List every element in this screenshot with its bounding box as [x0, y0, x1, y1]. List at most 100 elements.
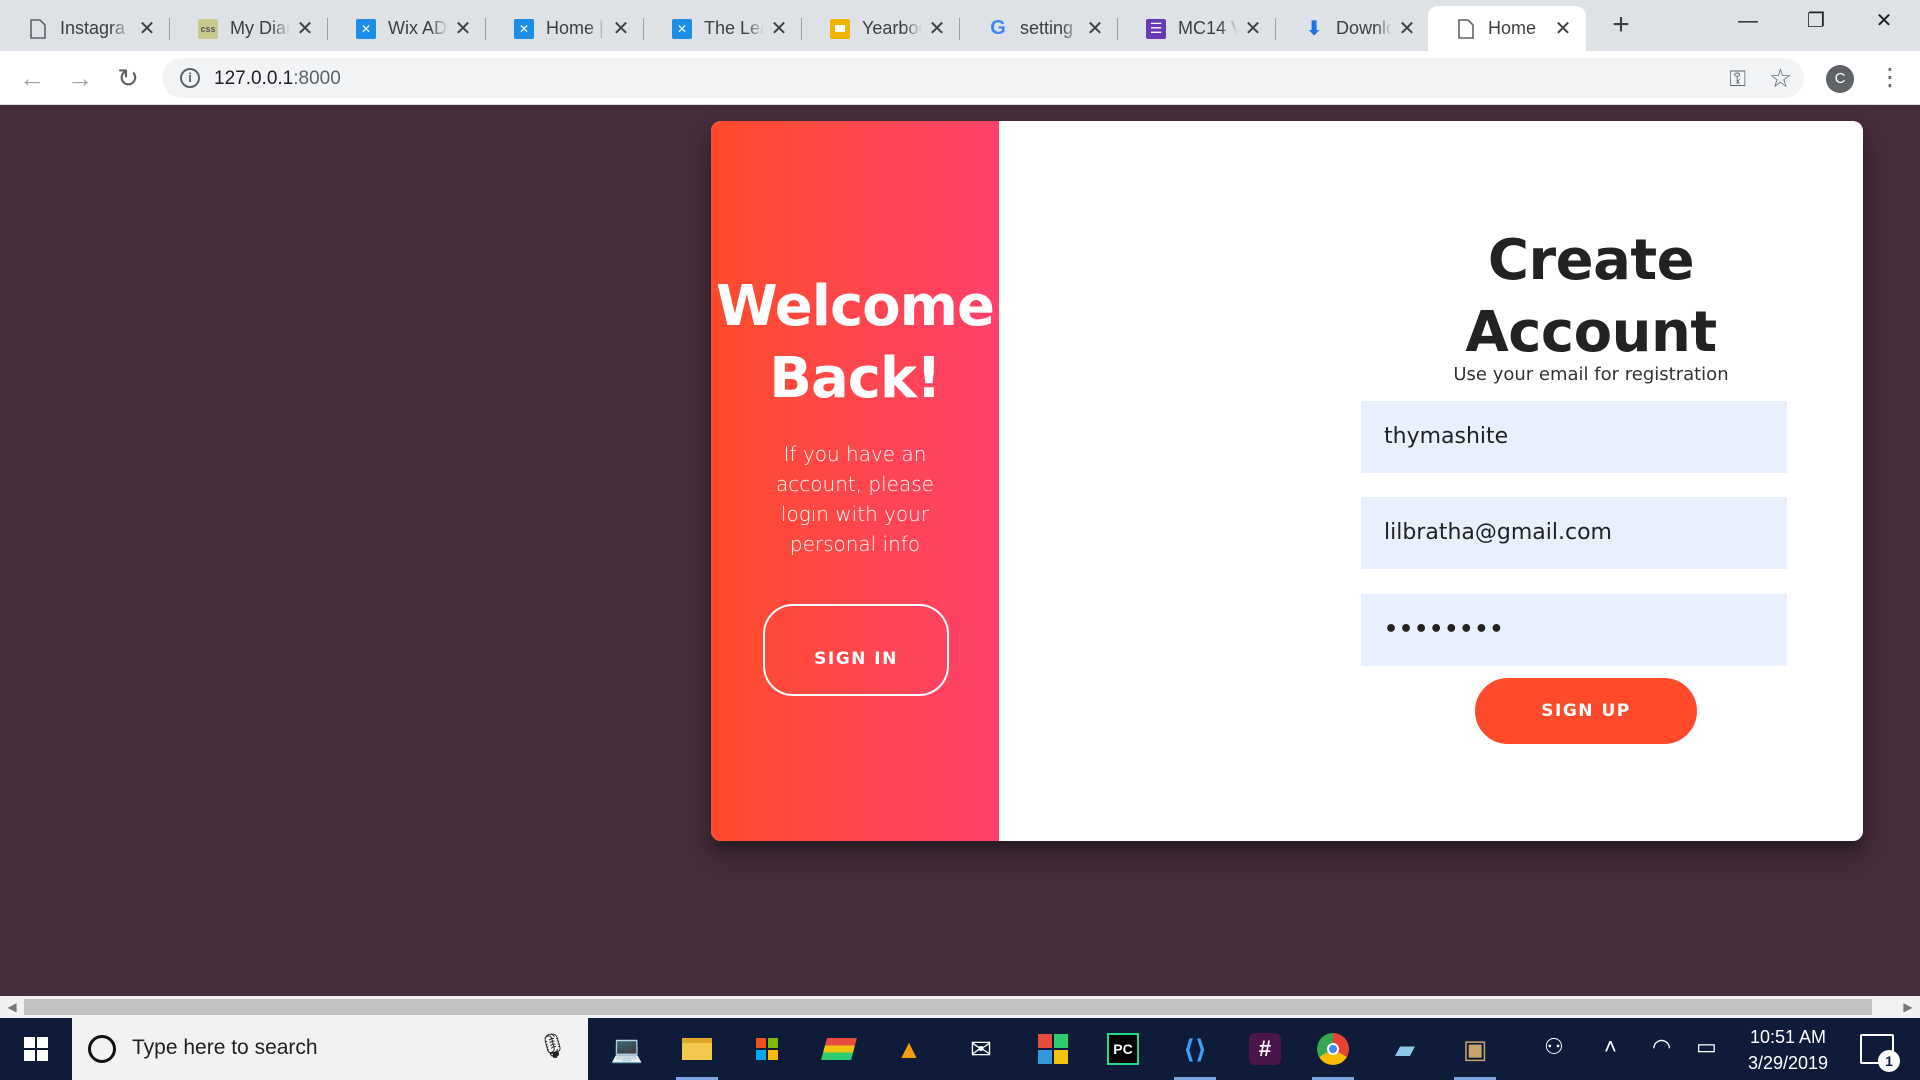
vscode-icon[interactable]: ⟨⟩ [1174, 1028, 1216, 1080]
clock-date: 3/29/2019 [1747, 1053, 1829, 1073]
close-window-button[interactable]: ✕ [1850, 0, 1918, 42]
office-icon[interactable] [1032, 1028, 1074, 1070]
archive-icon[interactable]: ▣ [1454, 1028, 1496, 1080]
action-center-icon[interactable]: 1 [1860, 1034, 1900, 1072]
url-port: :8000 [293, 68, 341, 89]
tab-downloads[interactable]: ⬇ Downlo ✕ [1276, 6, 1430, 51]
scrollbar-thumb[interactable] [24, 999, 1872, 1015]
tab-yearbook[interactable]: Yearboo ✕ [802, 6, 960, 51]
clock-time: 10:51 AM [1749, 1027, 1827, 1047]
close-tab-icon[interactable]: ✕ [770, 16, 788, 41]
address-bar[interactable]: i 127.0.0.1:8000 ⚿ ☆ [162, 58, 1804, 98]
vlc-icon[interactable]: ▲ [888, 1028, 930, 1070]
tab-title: Downlo [1336, 18, 1392, 38]
chevron-up-icon[interactable]: ˄ [1604, 1034, 1617, 1060]
tab-title: Yearboo [862, 18, 922, 38]
stacks-icon[interactable] [818, 1028, 860, 1070]
chrome-icon[interactable] [1312, 1028, 1354, 1080]
signup-form: Create Account Use your email for regist… [999, 121, 1863, 841]
wix-icon: ✕ [514, 18, 534, 39]
taskbar-search[interactable]: Type here to search 🎙 [72, 1018, 588, 1080]
close-tab-icon[interactable]: ✕ [1244, 16, 1262, 41]
pycharm-icon[interactable]: PC [1102, 1028, 1144, 1070]
reload-icon[interactable]: ↻ [114, 64, 142, 92]
file-explorer-icon[interactable] [676, 1028, 718, 1080]
start-button[interactable] [0, 1018, 72, 1080]
tab-mc14[interactable]: ☰ MC14 V ✕ [1118, 6, 1276, 51]
tab-instagram[interactable]: Instagra ✕ [0, 6, 170, 51]
tab-settings[interactable]: G setting ✕ [960, 6, 1118, 51]
password-field[interactable]: •••••••• [1361, 594, 1787, 666]
close-tab-icon[interactable]: ✕ [928, 16, 946, 41]
browser-toolbar: ← → ↻ i 127.0.0.1:8000 ⚿ ☆ C ⋮ [0, 51, 1920, 105]
mail-icon[interactable]: ✉ [960, 1028, 1002, 1070]
tab-the-lea[interactable]: ✕ The Lea ✕ [644, 6, 802, 51]
new-tab-button[interactable]: + [1604, 8, 1638, 42]
key-icon[interactable]: ⚿ [1729, 66, 1746, 92]
store-icon[interactable] [746, 1028, 788, 1070]
welcome-title: Welcome Back! [716, 274, 995, 411]
minimize-button[interactable]: — [1714, 0, 1782, 42]
close-tab-icon[interactable]: ✕ [1086, 16, 1104, 41]
tab-home-active[interactable]: Home ✕ [1428, 6, 1586, 51]
bookmark-star-icon[interactable]: ☆ [1769, 63, 1792, 94]
tab-wix-adi[interactable]: ✕ Wix ADI ✕ [328, 6, 486, 51]
tab-title: Home | [546, 18, 604, 38]
tab-my-diary[interactable]: css My Diar ✕ [170, 6, 328, 51]
sign-in-button[interactable]: SIGN IN [763, 604, 949, 696]
slack-icon[interactable]: # [1244, 1028, 1286, 1070]
scroll-right-arrow-icon[interactable]: ▶ [1898, 996, 1918, 1018]
wix-icon: ✕ [672, 18, 692, 39]
system-clock[interactable]: 10:51 AM 3/29/2019 [1728, 1024, 1848, 1076]
tab-strip: Instagra ✕ css My Diar ✕ ✕ Wix ADI ✕ ✕ H… [0, 0, 1920, 51]
sign-up-button[interactable]: SIGN UP [1475, 678, 1697, 744]
download-icon: ⬇ [1305, 18, 1323, 40]
search-placeholder: Type here to search [132, 1036, 318, 1059]
notification-count-badge: 1 [1878, 1050, 1900, 1072]
css-icon: css [198, 18, 218, 39]
scroll-left-arrow-icon[interactable]: ◀ [2, 996, 22, 1018]
tab-home-wix[interactable]: ✕ Home | ✕ [486, 6, 644, 51]
maximize-button[interactable]: ❐ [1782, 0, 1850, 42]
info-icon[interactable]: i [180, 68, 200, 88]
profile-avatar[interactable]: C [1826, 65, 1854, 93]
tab-title: The Lea [704, 18, 764, 38]
laptop-icon[interactable]: 💻 [606, 1028, 648, 1070]
name-field[interactable]: thymashite [1361, 401, 1787, 473]
auth-card: Welcome Back! If you have an account, pl… [711, 121, 1863, 841]
form-title: Create Account [1465, 228, 1717, 365]
microphone-icon[interactable]: 🎙 [538, 1032, 568, 1061]
horizontal-scrollbar[interactable]: ◀ ▶ [0, 996, 1920, 1018]
battery-icon[interactable]: ▭ [1696, 1034, 1717, 1060]
notepad-icon[interactable]: ▰ [1384, 1028, 1426, 1070]
close-tab-icon[interactable]: ✕ [1398, 16, 1416, 41]
people-icon[interactable]: ⚇ [1544, 1034, 1564, 1060]
welcome-panel: Welcome Back! If you have an account, pl… [711, 121, 999, 841]
kebab-menu-icon[interactable]: ⋮ [1878, 63, 1902, 93]
tab-title: My Diar [230, 18, 290, 38]
close-tab-icon[interactable]: ✕ [296, 16, 314, 41]
back-arrow-icon[interactable]: ← [18, 64, 46, 92]
page-icon [28, 18, 48, 39]
tab-title: setting [1020, 18, 1074, 38]
forward-arrow-icon[interactable]: → [66, 64, 94, 92]
close-tab-icon[interactable]: ✕ [612, 16, 630, 41]
form-subtitle: Use your email for registration [1453, 364, 1729, 385]
tab-title: Wix ADI [388, 18, 448, 38]
url-text[interactable]: 127.0.0.1:8000 [214, 68, 341, 90]
close-tab-icon[interactable]: ✕ [138, 16, 156, 41]
close-tab-icon[interactable]: ✕ [1554, 16, 1572, 41]
page-icon [1456, 18, 1476, 39]
tab-title: MC14 V [1178, 18, 1238, 38]
url-host: 127.0.0.1 [214, 68, 294, 89]
email-field[interactable]: lilbratha@gmail.com [1361, 497, 1787, 569]
slides-icon [830, 18, 850, 39]
close-tab-icon[interactable]: ✕ [454, 16, 472, 41]
windows-logo-icon [24, 1037, 48, 1061]
windows-taskbar: Type here to search 🎙 💻 ▲ ✉ PC ⟨⟩ # ▰ ▣ … [0, 1018, 1920, 1080]
tab-title: Instagra [60, 18, 126, 38]
wifi-icon[interactable]: ◠ [1652, 1034, 1671, 1060]
tab-title: Home [1488, 18, 1537, 38]
welcome-text: If you have an account, please login wit… [776, 442, 934, 556]
wix-icon: ✕ [356, 18, 376, 39]
